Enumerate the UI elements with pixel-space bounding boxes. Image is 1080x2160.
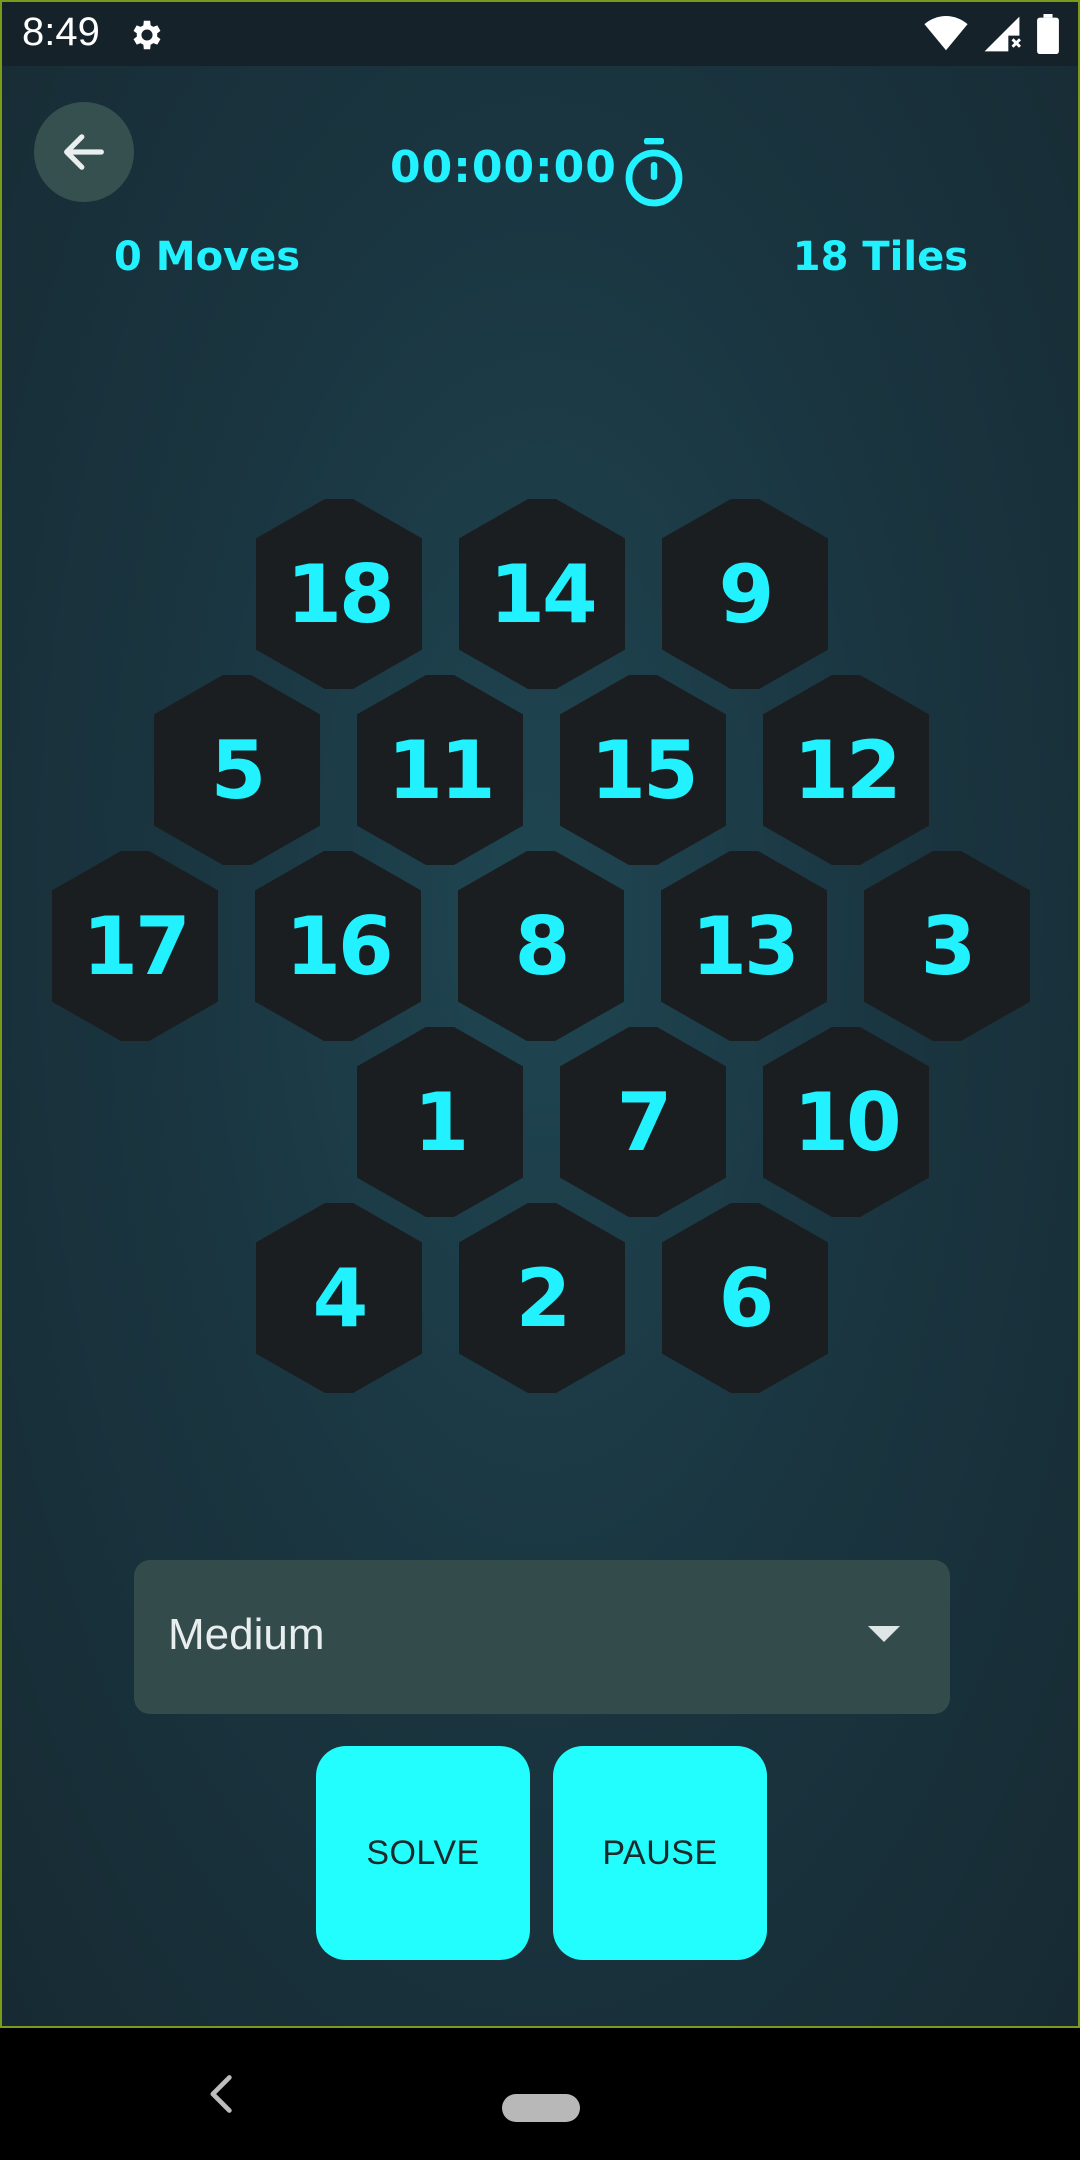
hex-tile[interactable]: 18 <box>256 499 422 689</box>
hex-tile-number: 4 <box>312 1251 369 1345</box>
hex-tile[interactable]: 14 <box>459 499 625 689</box>
chevron-down-icon <box>868 1626 900 1642</box>
hex-tile[interactable]: 12 <box>763 675 929 865</box>
hex-tile[interactable]: 11 <box>357 675 523 865</box>
hex-tile[interactable]: 17 <box>52 851 218 1041</box>
difficulty-dropdown[interactable]: Medium <box>134 1560 950 1714</box>
hex-tile-number: 18 <box>286 547 394 641</box>
hex-tile-number: 15 <box>590 723 698 817</box>
hex-tile-number: 11 <box>387 723 495 817</box>
hex-tile[interactable]: 8 <box>458 851 624 1041</box>
hex-tile-number: 1 <box>413 1075 470 1169</box>
hex-tile[interactable]: 5 <box>154 675 320 865</box>
pause-button[interactable]: PAUSE <box>553 1746 767 1960</box>
hex-tile[interactable]: 10 <box>763 1027 929 1217</box>
hex-tile-number: 6 <box>718 1251 775 1345</box>
solve-button[interactable]: SOLVE <box>316 1746 530 1960</box>
hex-tile-number: 10 <box>793 1075 901 1169</box>
nav-back-icon[interactable] <box>204 2072 240 2116</box>
hex-tile[interactable]: 3 <box>864 851 1030 1041</box>
hex-tile[interactable]: 9 <box>662 499 828 689</box>
hex-tile-number: 9 <box>718 547 775 641</box>
hex-tile-number: 16 <box>285 899 393 993</box>
hex-puzzle-board: 18 14 9 5 11 15 12 17 16 8 13 3 1 7 10 4 2 6 <box>2 2 1078 2026</box>
hex-tile-number: 13 <box>691 899 799 993</box>
hex-tile[interactable]: 4 <box>256 1203 422 1393</box>
hex-tile[interactable]: 2 <box>459 1203 625 1393</box>
hex-tile[interactable]: 13 <box>661 851 827 1041</box>
difficulty-selected-value: Medium <box>168 1610 325 1659</box>
hex-tile-number: 14 <box>489 547 597 641</box>
hex-tile-number: 8 <box>514 899 571 993</box>
hex-tile-number: 2 <box>515 1251 572 1345</box>
hex-tile-number: 7 <box>616 1075 673 1169</box>
nav-home-pill[interactable] <box>502 2094 580 2122</box>
device: 8:49 00:00:00 0 Moves 18 Tiles 18 14 9 5… <box>0 0 1080 2160</box>
system-navigation-bar <box>0 2028 1080 2160</box>
hex-tile-number: 17 <box>82 899 190 993</box>
hex-tile[interactable]: 7 <box>560 1027 726 1217</box>
hex-tile[interactable]: 1 <box>357 1027 523 1217</box>
hex-tile-number: 12 <box>793 723 901 817</box>
hex-tile-number: 3 <box>920 899 977 993</box>
hex-tile[interactable]: 15 <box>560 675 726 865</box>
hex-tile[interactable]: 6 <box>662 1203 828 1393</box>
app-screen: 8:49 00:00:00 0 Moves 18 Tiles 18 14 9 5… <box>0 0 1080 2028</box>
hex-tile-number: 5 <box>210 723 267 817</box>
hex-tile[interactable]: 16 <box>255 851 421 1041</box>
